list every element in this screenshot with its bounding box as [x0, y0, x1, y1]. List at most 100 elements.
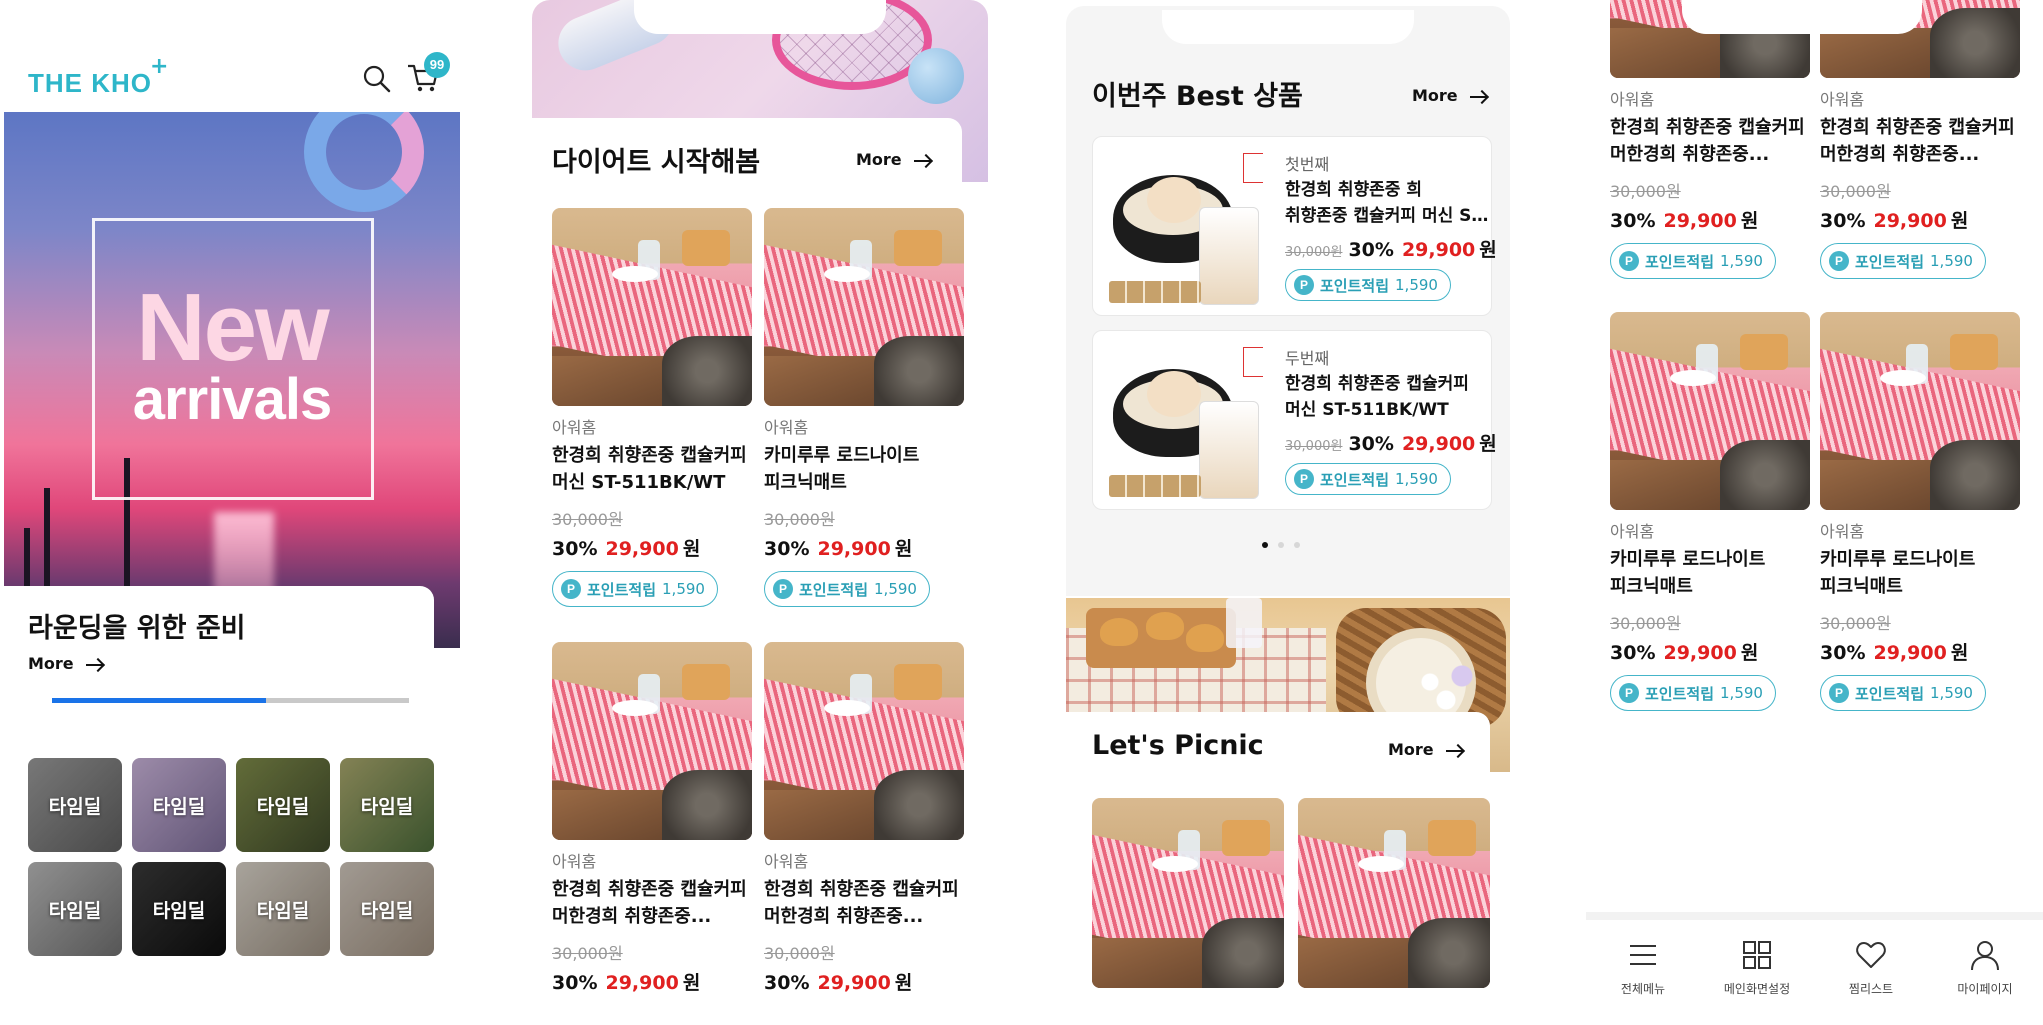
screen-notch — [634, 0, 886, 34]
best-product-card[interactable]: 첫번째 한경희 취향존중 희 취향존중 캡슐커피 머신 S... 30,000원… — [1092, 136, 1497, 316]
point-icon: P — [1619, 683, 1639, 703]
product-card[interactable]: 아워홈 한경희 취향존중 캡슐커피 머신 ST-511BK/WT 30,000원 … — [552, 208, 752, 607]
screen-notch — [1682, 0, 1922, 34]
sale-price: 29,900 — [605, 538, 679, 560]
cart-badge: 99 — [424, 52, 450, 78]
nav-label: 전체메뉴 — [1620, 982, 1666, 996]
hero-caption-card: 라운딩을 위한 준비 More — [4, 586, 434, 696]
point-label: 포인트적립 — [587, 580, 657, 599]
home-screen: THE KHO + 99 New arrivals 라운딩을 위한 준비 Mor… — [0, 0, 470, 1025]
product-name: 취향존중 캡슐커피 머신 S... — [1285, 206, 1489, 226]
hero-more-link[interactable]: More — [28, 654, 104, 673]
point-label: 포인트적립 — [1855, 252, 1925, 271]
carousel-dot[interactable] — [1262, 542, 1268, 548]
time-deal-tile[interactable]: 타임딜 — [236, 862, 330, 956]
hero-banner[interactable]: New arrivals — [4, 112, 460, 648]
currency: 원 — [1740, 210, 1759, 232]
original-price: 30,000원 — [764, 510, 835, 529]
discount-rate: 30% — [764, 538, 810, 560]
currency: 원 — [682, 972, 701, 994]
section-header: 다이어트 시작해봄 More — [532, 118, 962, 188]
product-brand: 아워홈 — [764, 852, 809, 871]
product-name: 카미루루 로드나이트 피크닉매트 — [1610, 549, 1766, 597]
discount-rate: 30% — [1348, 239, 1394, 261]
product-brand: 아워홈 — [552, 852, 597, 871]
nav-item-mypage[interactable]: 마이페이지 — [1930, 938, 2040, 997]
product-card[interactable]: 아워홈 카미루루 로드나이트 피크닉매트 30,000원 30% 29,900 원 P… — [1610, 312, 1810, 711]
time-deal-tile[interactable]: 타임딜 — [236, 758, 330, 852]
product-card[interactable]: 아워홈 한경희 취향존중 캡슐커피 머한경희 취향존중... 30,000원 30… — [764, 642, 964, 995]
time-deal-tile[interactable]: 타임딜 — [28, 758, 122, 852]
product-card[interactable] — [1092, 798, 1284, 988]
product-brand: 아워홈 — [764, 418, 809, 437]
time-deal-tile[interactable]: 타임딜 — [340, 862, 434, 956]
nav-item-wishlist[interactable]: 찜리스트 — [1816, 938, 1926, 997]
diet-screen: 다이어트 시작해봄 More 아워홈 한경희 취향존중 캡슐커피 머신 ST-51… — [528, 0, 988, 1025]
product-card[interactable]: 아워홈 카미루루 로드나이트 피크닉매트 30,000원 30% 29,900 원 P… — [764, 208, 964, 607]
more-label: More — [28, 654, 74, 673]
point-badge: P 포인트적립 1,590 — [1820, 675, 1986, 711]
point-badge: P 포인트적립 1,590 — [764, 571, 930, 607]
product-name: 카미루루 로드나이트 피크닉매트 — [764, 445, 920, 493]
time-deal-tile[interactable]: 타임딜 — [340, 758, 434, 852]
nav-item-menu[interactable]: 전체메뉴 — [1588, 938, 1698, 997]
section-more-link[interactable]: More — [856, 150, 932, 169]
currency: 원 — [1950, 210, 1969, 232]
product-name: 한경희 취향존중 캡슐커피 머신 ST-511BK/WT — [552, 445, 747, 493]
point-label: 포인트적립 — [1645, 252, 1715, 271]
currency: 원 — [894, 972, 913, 994]
currency: 원 — [894, 538, 913, 560]
sale-price: 29,900 — [1401, 239, 1476, 261]
best-product-card[interactable]: 두번째 한경희 취향존중 캡슐커피 머신 ST-511BK/WT 30,000원… — [1092, 330, 1497, 510]
original-price: 30,000원 — [1610, 182, 1681, 201]
heart-icon — [1856, 942, 1886, 968]
point-icon: P — [773, 579, 793, 599]
arrow-right-icon — [1469, 91, 1488, 103]
product-name: 한경희 취향존중 캡슐커피 — [1285, 374, 1469, 394]
carousel-dot[interactable] — [1278, 542, 1284, 548]
product-name: 머신 ST-511BK/WT — [1285, 400, 1449, 420]
section-more-link[interactable]: More — [1412, 86, 1488, 105]
product-name: 한경희 취향존중 캡슐커피 머한경희 취향존중... — [552, 879, 747, 927]
product-image — [1092, 798, 1284, 988]
point-icon: P — [1829, 683, 1849, 703]
hero-ring-decoration — [304, 112, 424, 212]
sale-price: 29,900 — [817, 972, 891, 994]
product-card[interactable]: 아워홈 한경희 취향존중 캡슐커피 머한경희 취향존중... 30,000원 30… — [1610, 0, 1810, 279]
arrow-right-icon — [1445, 745, 1464, 757]
hero-title: 라운딩을 위한 준비 — [28, 613, 246, 644]
sale-price: 29,900 — [1873, 210, 1947, 232]
time-deal-tile[interactable]: 타임딜 — [132, 758, 226, 852]
time-deal-label: 타임딜 — [48, 899, 102, 922]
product-image — [1103, 147, 1263, 307]
discount-rate: 30% — [1348, 433, 1394, 455]
price-row: 30% 29,900 원 — [552, 534, 752, 561]
product-image — [1298, 798, 1490, 988]
time-deal-tile[interactable]: 타임딜 — [28, 862, 122, 956]
price-row: 30% 29,900 원 — [1610, 638, 1810, 665]
currency: 원 — [1740, 642, 1759, 664]
point-label: 포인트적립 — [1320, 276, 1390, 295]
time-deal-label: 타임딜 — [256, 899, 310, 922]
product-card[interactable] — [1298, 798, 1490, 988]
sale-price: 29,900 — [817, 538, 891, 560]
carousel-dot[interactable] — [1294, 542, 1300, 548]
product-card[interactable]: 아워홈 카미루루 로드나이트 피크닉매트 30,000원 30% 29,900 원 P… — [1820, 312, 2020, 711]
time-deal-label: 타임딜 — [152, 795, 206, 818]
point-icon: P — [1829, 251, 1849, 271]
search-icon[interactable] — [362, 64, 392, 94]
section-title: Let's Picnic — [1092, 730, 1264, 761]
product-image — [552, 208, 752, 406]
product-card[interactable]: 아워홈 한경희 취향존중 캡슐커피 머한경희 취향존중... 30,000원 30… — [552, 642, 752, 995]
point-icon: P — [561, 579, 581, 599]
progress-fill — [52, 698, 267, 703]
original-price: 30,000원 — [1285, 439, 1343, 454]
nav-item-main-settings[interactable]: 메인화면설정 — [1702, 938, 1812, 997]
time-deal-tile[interactable]: 타임딜 — [132, 862, 226, 956]
time-deal-label: 타임딜 — [256, 795, 310, 818]
section-more-link[interactable]: More — [1388, 740, 1464, 759]
more-label: More — [856, 150, 902, 169]
logo[interactable]: THE KHO — [28, 68, 152, 99]
point-amount: 1,590 — [662, 580, 705, 598]
product-card[interactable]: 아워홈 한경희 취향존중 캡슐커피 머한경희 취향존중... 30,000원 30… — [1820, 0, 2020, 279]
